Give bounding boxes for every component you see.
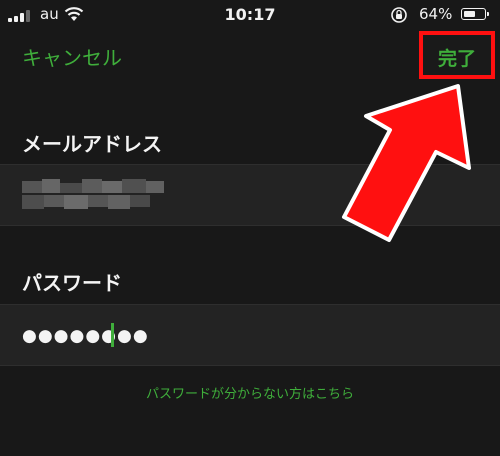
annotation-arrow-icon bbox=[342, 84, 471, 242]
